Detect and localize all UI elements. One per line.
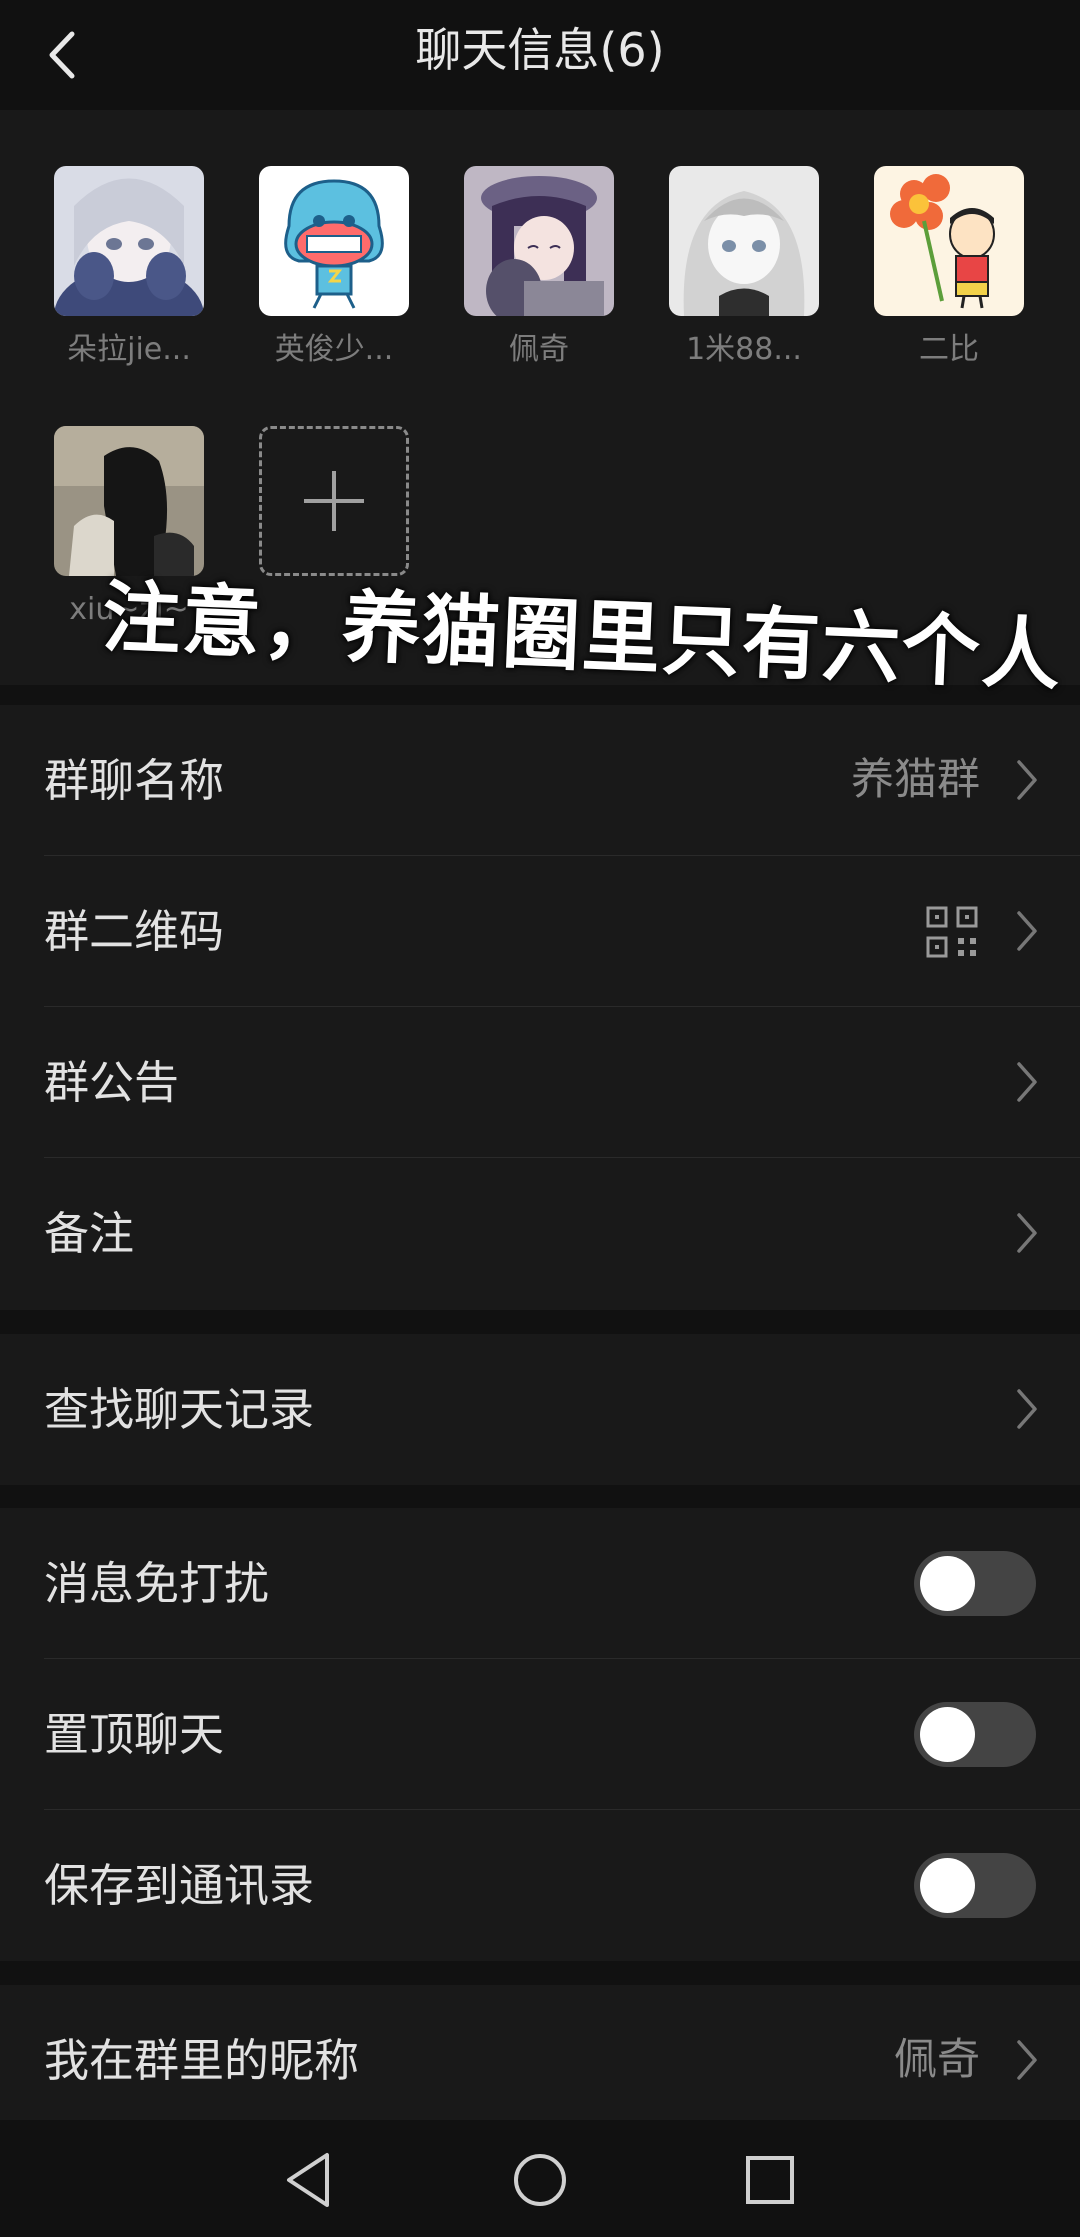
pin-row: 置顶聊天 xyxy=(0,1659,1080,1810)
chevron-right-icon xyxy=(1014,908,1040,954)
overlay-caption: 注意，养猫圈里只有六个人 xyxy=(100,572,1064,702)
group-name-row[interactable]: 群聊名称 养猫群 xyxy=(0,705,1080,856)
save-contacts-toggle[interactable] xyxy=(914,1853,1036,1918)
member-item[interactable]: 佩奇 xyxy=(464,166,614,370)
group-name-value: 养猫群 xyxy=(851,755,980,805)
announcement-row[interactable]: 群公告 xyxy=(0,1007,1080,1158)
qr-code-icon xyxy=(926,906,978,958)
member-name: 英俊少... xyxy=(274,332,394,367)
toggle-knob xyxy=(920,1858,975,1913)
chevron-right-icon xyxy=(1014,1210,1040,1256)
member-name: 1米88... xyxy=(686,332,802,367)
square-recents-icon xyxy=(746,2156,794,2204)
avatar[interactable] xyxy=(874,166,1024,316)
qr-code-row[interactable]: 群二维码 xyxy=(0,856,1080,1007)
member-item[interactable]: 1米88... xyxy=(669,166,819,370)
chevron-right-icon xyxy=(1014,1059,1040,1105)
remark-row[interactable]: 备注 xyxy=(0,1158,1080,1309)
top-bar: 聊天信息(6) xyxy=(0,0,1080,110)
row-label: 群公告 xyxy=(44,1056,180,1109)
row-label: 查找聊天记录 xyxy=(44,1383,315,1436)
avatar[interactable] xyxy=(669,166,819,316)
row-label: 群二维码 xyxy=(44,905,225,958)
row-label: 保存到通讯录 xyxy=(44,1859,315,1912)
pin-toggle[interactable] xyxy=(914,1702,1036,1767)
member-item[interactable]: 英俊少... xyxy=(259,166,409,370)
page-title: 聊天信息(6) xyxy=(415,23,665,77)
add-member-button[interactable] xyxy=(259,426,409,576)
row-label: 备注 xyxy=(44,1207,135,1260)
search-section: 查找聊天记录 xyxy=(0,1334,1080,1485)
circle-home-icon xyxy=(514,2154,566,2206)
avatar[interactable] xyxy=(54,166,204,316)
member-item[interactable]: 朵拉jie... xyxy=(54,166,204,370)
triangle-back-icon xyxy=(287,2153,329,2207)
plus-icon xyxy=(304,471,364,531)
mute-row: 消息免打扰 xyxy=(0,1508,1080,1659)
member-item[interactable]: 二比 xyxy=(874,166,1024,370)
nickname-section: 我在群里的昵称 佩奇 xyxy=(0,1985,1080,2120)
toggle-knob xyxy=(920,1556,975,1611)
member-name: 二比 xyxy=(919,332,979,367)
member-name: 朵拉jie... xyxy=(67,332,191,367)
avatar[interactable] xyxy=(464,166,614,316)
save-contacts-row: 保存到通讯录 xyxy=(0,1810,1080,1961)
toggle-knob xyxy=(920,1707,975,1762)
chevron-right-icon xyxy=(1014,757,1040,803)
avatar[interactable] xyxy=(259,166,409,316)
toggle-section: 消息免打扰 置顶聊天 保存到通讯录 xyxy=(0,1508,1080,1961)
my-nickname-value: 佩奇 xyxy=(894,2035,980,2085)
chevron-right-icon xyxy=(1014,2037,1040,2083)
nav-recents-button[interactable] xyxy=(735,2145,805,2215)
group-settings-section: 群聊名称 养猫群 群二维码 群公告 备注 xyxy=(0,705,1080,1310)
system-nav-bar xyxy=(0,2120,1080,2237)
nav-back-button[interactable] xyxy=(275,2145,345,2215)
row-label: 置顶聊天 xyxy=(44,1708,225,1761)
nav-home-button[interactable] xyxy=(505,2145,575,2215)
member-grid: 朵拉jie... 英俊少... 佩奇 1米88... 二比 xiu~zi~ 注意… xyxy=(0,110,1080,701)
chevron-right-icon xyxy=(1014,1386,1040,1432)
mute-toggle[interactable] xyxy=(914,1551,1036,1616)
row-label: 群聊名称 xyxy=(44,754,225,807)
row-label: 消息免打扰 xyxy=(44,1557,270,1610)
search-history-row[interactable]: 查找聊天记录 xyxy=(0,1334,1080,1485)
row-label: 我在群里的昵称 xyxy=(44,2034,360,2087)
my-nickname-row[interactable]: 我在群里的昵称 佩奇 xyxy=(0,1985,1080,2136)
avatar[interactable] xyxy=(54,426,204,576)
member-name: 佩奇 xyxy=(509,332,569,367)
